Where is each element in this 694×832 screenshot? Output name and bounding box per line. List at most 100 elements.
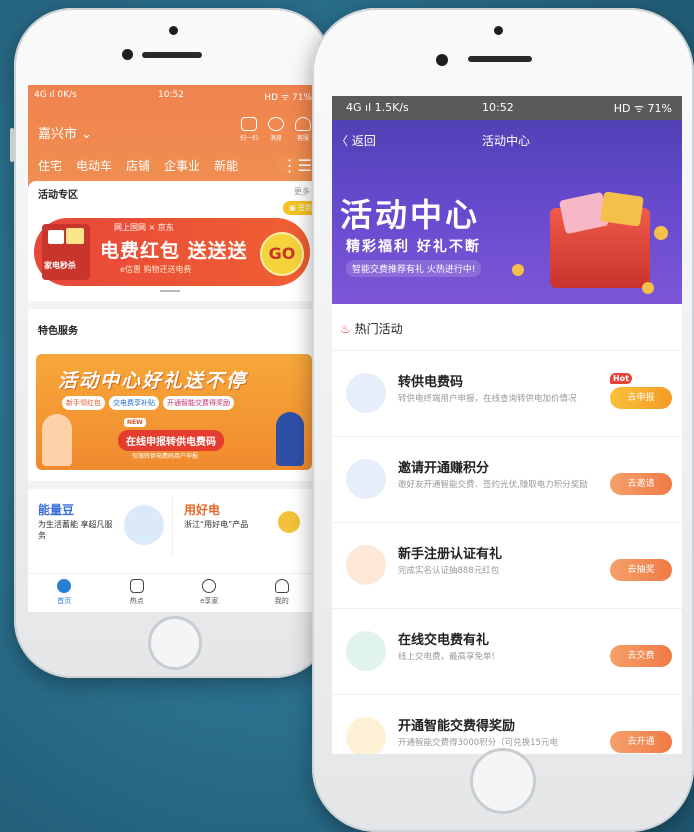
appliance-image: 家电秒杀 <box>42 224 90 280</box>
calendar-icon <box>346 717 386 754</box>
left-phone: 4G ıl 0K/s 10:52 HD ᯤ 71% 嘉兴市 ⌄ 扫一扫 消息 客… <box>10 8 332 678</box>
hot-activities-header: ♨ 热门活动 <box>340 320 403 337</box>
featured-cta: 在线申报转供电费码 <box>118 430 224 451</box>
promo-banner[interactable]: 家电秒杀 网上国网 × 京东 电费红包 送送送 e信惠 购物还送电费 GO <box>34 218 310 286</box>
chip-smart-pay: 开通智能交费得奖励 <box>163 396 234 410</box>
service-label: 客服 <box>296 135 309 142</box>
use-good-power-title: 用好电 <box>184 503 221 517</box>
pay-button[interactable]: 去交费 <box>610 645 672 667</box>
front-camera <box>494 26 503 35</box>
man-illustration <box>276 412 304 466</box>
status-bar: 4G ıl 0K/s 10:52 HD ᯤ 71% <box>28 90 318 104</box>
scan-button[interactable]: 扫一扫 <box>240 117 258 142</box>
card-illustration <box>600 191 644 227</box>
robot-icon <box>124 505 164 545</box>
battery: HD ᯤ 71% <box>264 93 312 103</box>
new-badge: NEW <box>124 418 146 427</box>
earpiece <box>468 56 532 62</box>
home-icon <box>57 579 72 593</box>
hot-title: 热门活动 <box>354 322 403 336</box>
invite-button[interactable]: 去邀请 <box>610 473 672 495</box>
service-button[interactable]: 客服 <box>294 117 312 142</box>
list-item[interactable]: 新手注册认证有礼 完成实名认证抽888元红包 去抽奖 <box>332 522 682 609</box>
list-item[interactable]: 转供电费码 转供电终端用户申报，在线查询转供电加价情况 去申报 Hot <box>332 350 682 437</box>
tab-home[interactable]: 首页 <box>28 574 101 612</box>
city-selector[interactable]: 嘉兴市 ⌄ <box>38 123 92 142</box>
message-label: 消息 <box>269 135 282 142</box>
partners-label: 网上国网 × 京东 <box>114 223 174 232</box>
activity-center-banner[interactable]: 活动中心好礼送不停 新手领红包 交电费享补贴 开通智能交费得奖励 NEW 在线申… <box>36 354 312 470</box>
open-button[interactable]: 去开通 <box>610 731 672 753</box>
activity-title: 在线交电费有礼 <box>398 633 490 648</box>
front-camera <box>169 26 178 35</box>
activity-title: 转供电费码 <box>398 375 464 390</box>
list-item[interactable]: 邀请开通赚积分 邀好友开通智能交费、签约光伏,赚取电力积分奖励 去邀请 <box>332 436 682 523</box>
signal: 4G ıl 1.5K/s <box>346 101 409 114</box>
divider <box>28 301 318 309</box>
category-tabs: 住宅 电动车 店铺 企事业 新能 ⋮☰ <box>38 157 312 174</box>
earpiece <box>142 52 202 58</box>
chevron-down-icon: ⌄ <box>81 127 93 142</box>
energy-bean-title: 能量豆 <box>38 503 75 517</box>
tab-shop[interactable]: 店铺 <box>126 157 150 174</box>
appliance-tag: 家电秒杀 <box>44 261 76 270</box>
activity-desc: 邀好友开通智能交费、签约光伏,赚取电力积分奖励 <box>398 480 588 490</box>
activity-title: 活动专区 <box>38 190 78 201</box>
volume-button <box>10 128 14 162</box>
list-item[interactable]: 开通智能交费得奖励 开通智能交费得3000积分（可兑换15元电 去开通 <box>332 694 682 754</box>
home-content: 活动专区 更多 ▣ 签到 家电秒杀 网上国网 × 京东 电费红包 送送送 e信惠… <box>28 181 318 574</box>
energy-bean-card[interactable]: 能量豆 为生活蓄能 享超凡服务 <box>28 489 172 574</box>
tab-ev[interactable]: 电动车 <box>76 157 112 174</box>
tab-ehome[interactable]: e享家 <box>173 574 246 612</box>
hero-headline: 活动中心 <box>340 196 481 234</box>
cloud-gift-icon <box>346 459 386 499</box>
chip-subsidy: 交电费享补贴 <box>109 396 159 410</box>
status-bar: 4G ıl 1.5K/s 10:52 HD ᯤ 71% <box>332 96 682 120</box>
page-title: 活动中心 <box>482 134 531 148</box>
activity-list: ♨ 热门活动 转供电费码 转供电终端用户申报，在线查询转供电加价情况 去申报 H… <box>332 306 682 754</box>
activity-desc: 转供电终端用户申报，在线查询转供电加价情况 <box>398 394 577 404</box>
news-icon <box>129 579 144 593</box>
power-meter-icon <box>346 373 386 413</box>
clock: 10:52 <box>482 101 514 114</box>
menu-icon[interactable]: ⋮☰ <box>277 157 312 174</box>
tab-home-label: 首页 <box>57 597 72 605</box>
sign-in-label: 签到 <box>298 204 312 212</box>
lottery-button[interactable]: 去抽奖 <box>610 559 672 581</box>
message-button[interactable]: 消息 <box>267 117 285 142</box>
hot-badge: Hot <box>609 373 632 384</box>
sensor <box>122 49 133 60</box>
headset-icon <box>295 117 311 131</box>
sensor <box>436 54 448 66</box>
back-button[interactable]: 〈 返回 <box>336 132 376 149</box>
use-good-power-card[interactable]: 用好电 浙江“用好电”产品 <box>174 489 318 574</box>
energy-bean-desc: 为生活蓄能 享超凡服务 <box>38 520 113 540</box>
more-link[interactable]: 更多 <box>294 186 310 197</box>
tab-hot[interactable]: 热点 <box>101 574 174 612</box>
hero-tag: 智能交费推荐有礼 火热进行中! <box>346 260 482 277</box>
use-good-power-desc: 浙江“用好电”产品 <box>184 520 249 529</box>
home-button[interactable] <box>470 748 536 814</box>
featured-title: 特色服务 <box>38 326 78 337</box>
header-actions: 扫一扫 消息 客服 <box>240 117 312 142</box>
tab-bar: 首页 热点 e享家 我的 <box>28 573 318 612</box>
gift-icon <box>346 545 386 585</box>
scan-icon <box>241 117 257 131</box>
tab-me[interactable]: 我的 <box>246 574 319 612</box>
home-button[interactable] <box>148 616 202 670</box>
activity-title: 新手注册认证有礼 <box>398 547 503 562</box>
right-phone: 4G ıl 1.5K/s 10:52 HD ᯤ 71% 〈 返回 活动中心 活动… <box>312 8 694 832</box>
tab-residential[interactable]: 住宅 <box>38 157 62 174</box>
signal: 4G ıl 0K/s <box>34 90 77 100</box>
declare-button[interactable]: 去申报 <box>610 387 672 409</box>
list-item[interactable]: 在线交电费有礼 线上交电费，最高享免单! 去交费 <box>332 608 682 695</box>
go-button[interactable]: GO <box>260 232 304 276</box>
girl-illustration <box>42 414 72 466</box>
divider <box>28 481 318 489</box>
tab-enterprise[interactable]: 企事业 <box>164 157 200 174</box>
scan-label: 扫一扫 <box>240 135 259 142</box>
lightbulb-icon <box>278 511 300 533</box>
featured-cta-sub: 仅限转供电费码用户申报 <box>132 453 199 460</box>
left-screen: 4G ıl 0K/s 10:52 HD ᯤ 71% 嘉兴市 ⌄ 扫一扫 消息 客… <box>28 85 318 612</box>
tab-new-energy[interactable]: 新能 <box>214 157 238 174</box>
